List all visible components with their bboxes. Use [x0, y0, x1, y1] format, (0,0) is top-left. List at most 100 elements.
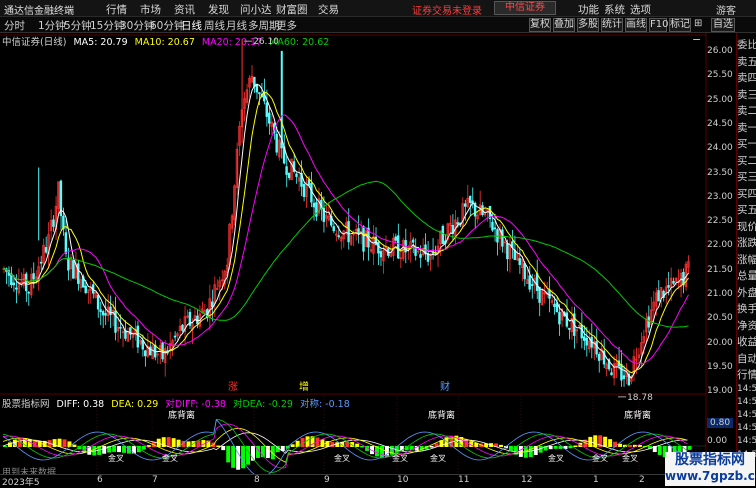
menu-discover[interactable]: 发现: [208, 2, 229, 17]
candle-body: [558, 312, 561, 325]
indicator-legend: 股票指标网 DIFF: 0.38 DEA: 0.29 对DIFF: -0.38 …: [2, 396, 350, 410]
macd-bar: [265, 446, 270, 459]
quote-panel-label: 买二: [737, 154, 756, 167]
candle-body: [657, 290, 660, 302]
date-label: 6: [97, 475, 103, 485]
menu-news[interactable]: 资讯: [174, 2, 195, 17]
menu-quotes[interactable]: 行情: [106, 2, 127, 17]
menu-options[interactable]: 选项: [630, 2, 651, 17]
candle-body: [332, 226, 335, 232]
candle-body: [553, 303, 556, 308]
overlay-button[interactable]: 叠加: [553, 18, 575, 32]
candle-body: [173, 335, 177, 338]
candle-body: [104, 313, 107, 316]
candle-body: [362, 226, 365, 252]
candle-body: [32, 273, 35, 280]
divergence-signal: 底背离: [428, 409, 455, 421]
price-tick: 22.50: [707, 216, 733, 227]
stats-button[interactable]: 统计: [601, 18, 623, 32]
broker-tab[interactable]: 中信证券: [494, 1, 556, 15]
candle-body: [597, 353, 601, 361]
event-marker: 增: [299, 380, 309, 393]
period-1min[interactable]: 1分钟: [38, 18, 66, 33]
period-5min[interactable]: 5分钟: [64, 18, 92, 33]
candle-body: [72, 260, 75, 279]
f10-button[interactable]: F10: [649, 18, 668, 32]
candle-body: [396, 235, 400, 259]
menu-wealth[interactable]: 财富圈: [276, 2, 308, 17]
draw-line-button[interactable]: 画线: [625, 18, 647, 32]
price-tick: 19.50: [707, 361, 733, 372]
divergence-signal: 底背离: [168, 409, 195, 421]
period-multi[interactable]: 多周期: [248, 18, 280, 33]
price-tick: 22.00: [707, 240, 733, 251]
candle-body: [27, 291, 30, 294]
macd-bar: [548, 446, 553, 450]
menu-system[interactable]: 系统: [604, 2, 625, 17]
menu-market[interactable]: 市场: [140, 2, 161, 17]
price-tick: 21.50: [707, 264, 733, 275]
candle-body: [253, 76, 256, 87]
date-label: 9: [324, 475, 330, 485]
low-price-label: 18.78: [627, 393, 653, 403]
price-tick: 25.50: [707, 70, 733, 81]
macd-bar: [553, 446, 558, 449]
menu-trade[interactable]: 交易: [318, 2, 339, 17]
price-tick: 21.00: [707, 289, 733, 299]
adjust-button[interactable]: 复权: [529, 18, 551, 32]
macd-bar: [355, 443, 360, 447]
candle-body: [119, 326, 122, 329]
candle-body: [265, 102, 268, 117]
price-tick: 24.00: [707, 143, 733, 154]
date-label: 10: [397, 475, 409, 485]
macd-bar: [112, 446, 117, 452]
period-intraday[interactable]: 分时: [4, 18, 25, 33]
macd-bar: [379, 446, 384, 458]
macd-bar: [627, 444, 632, 447]
period-weekly[interactable]: 周线: [204, 18, 225, 33]
event-marker: 财: [440, 380, 450, 393]
candle-body: [620, 364, 623, 381]
period-more[interactable]: 更多: [276, 18, 297, 33]
candle-body: [295, 173, 298, 177]
candle-body: [419, 254, 422, 258]
candle-body: [310, 183, 313, 203]
candle-body: [535, 273, 539, 291]
candle-body: [52, 219, 55, 227]
macd-bar: [102, 446, 107, 454]
macd-bar: [687, 446, 692, 450]
candle-body: [468, 195, 472, 203]
candle-body: [647, 316, 650, 328]
watermark-logo: 股票指标网 www.7gpzb.com: [665, 452, 756, 486]
quote-panel-label: 买五: [737, 204, 756, 216]
macd-bar: [603, 436, 608, 447]
candle-body: [568, 327, 571, 330]
menu-ask[interactable]: 问小达: [240, 2, 272, 17]
quote-panel-label: 涨跌: [737, 237, 756, 249]
quote-panel-label: 总量: [737, 270, 756, 282]
quote-panel-label: 14:56: [737, 423, 756, 434]
candle-body: [307, 179, 311, 186]
macd-bar: [270, 446, 275, 460]
macd-bar: [573, 445, 578, 447]
period-daily[interactable]: 日线: [181, 18, 202, 33]
period-monthly[interactable]: 月线: [226, 18, 247, 33]
candle-body: [394, 236, 397, 241]
watchlist-button[interactable]: 自选: [711, 18, 735, 32]
candle-body: [347, 221, 350, 243]
candle-body: [411, 239, 415, 243]
candle-body: [565, 312, 569, 327]
candle-body: [275, 133, 278, 153]
guest-label[interactable]: 游客: [716, 2, 736, 17]
date-label: 7: [152, 475, 158, 485]
event-marker: 涨: [228, 381, 238, 393]
candle-body: [77, 263, 80, 284]
candle-body: [610, 372, 613, 376]
period-60min[interactable]: 60分钟: [150, 18, 184, 33]
indicator-tick-zero: 0.00: [707, 436, 728, 446]
menu-function[interactable]: 功能: [578, 2, 599, 17]
date-axis: [0, 474, 706, 487]
toggle-icon[interactable]: ⊞: [694, 18, 708, 32]
multi-stock-button[interactable]: 多股: [577, 18, 599, 32]
mark-button[interactable]: 标记: [669, 18, 691, 32]
